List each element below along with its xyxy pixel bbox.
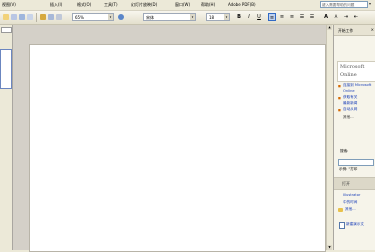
link-get-info[interactable]: 获取有关 [343, 95, 357, 100]
menu-format[interactable]: 格式(O) [77, 2, 91, 8]
table-icon[interactable] [48, 14, 54, 20]
office-online-logo: Microsoft Online [337, 61, 375, 82]
slide-thumbnail[interactable] [0, 49, 12, 89]
slides-thumbnail-pane [0, 25, 13, 250]
font-size-select[interactable]: 18 ▾ [206, 13, 230, 21]
link-latest-news[interactable]: 最新新闻 [343, 101, 357, 106]
menu-slideshow[interactable]: 幻灯片放映(D) [131, 2, 157, 8]
open-section-title: 打开 [342, 181, 350, 186]
search-label: 搜索: [340, 149, 349, 153]
bullets-button[interactable]: ☰ [308, 13, 316, 21]
open-section-header: 打开 [334, 177, 375, 190]
help-circle-icon[interactable] [118, 14, 124, 20]
menu-help[interactable]: 帮助(H) [201, 2, 215, 8]
search-input[interactable] [338, 159, 374, 166]
search-example: 示例: "打印 [339, 167, 358, 171]
align-right-button[interactable]: ≡ [288, 13, 296, 21]
recent-file-1[interactable]: Illustrator [343, 193, 360, 197]
font-name-value: 宋体 [146, 15, 154, 20]
task-pane-title: 开始工作 [338, 28, 354, 33]
underline-button[interactable]: U [255, 13, 263, 21]
menu-insert[interactable]: 插入(I) [50, 2, 62, 8]
help-question-input[interactable]: 键入需要帮助的问题 [320, 1, 368, 8]
bullet-icon: ■ [338, 84, 341, 88]
bullet-icon: ■ [338, 108, 341, 112]
task-pane: 开始工作 × Microsoft Online ■ 连接到 Microsoft … [333, 25, 375, 250]
toolbar-separator [36, 13, 37, 22]
link-online[interactable]: Online [343, 89, 355, 93]
font-name-select[interactable]: 宋体 ▾ [143, 13, 196, 21]
menu-window[interactable]: 窗口(W) [175, 2, 190, 8]
bold-button[interactable]: B [235, 13, 243, 21]
align-center-button[interactable]: ≡ [278, 13, 286, 21]
folder-icon [338, 208, 343, 212]
menu-view[interactable]: 视图(V) [2, 2, 16, 8]
vertical-scrollbar[interactable]: ▲ ▼ [326, 25, 332, 250]
save-icon[interactable] [11, 14, 17, 20]
more-files-link[interactable]: 其他... [345, 207, 356, 212]
zoom-select[interactable]: 65% ▾ [72, 13, 114, 21]
bullet-icon: ■ [338, 96, 341, 100]
slide-canvas[interactable] [29, 44, 326, 252]
help-dropdown-icon[interactable]: ▾ [369, 1, 371, 6]
italic-button[interactable]: I [245, 13, 253, 21]
grid-icon[interactable] [56, 14, 62, 20]
zoom-value: 65% [75, 15, 84, 20]
slides-tab[interactable] [1, 27, 12, 33]
outdent-button[interactable]: ⇤ [352, 13, 360, 21]
font-grow-icon[interactable]: A [322, 13, 330, 21]
recent-file-2[interactable]: 中的时间 [343, 200, 357, 205]
font-shrink-icon[interactable]: A [332, 13, 340, 21]
menu-tools[interactable]: 工具(T) [104, 2, 118, 8]
numbering-button[interactable]: ☰ [298, 13, 306, 21]
brand-line-2: Online [340, 72, 357, 78]
new-document-icon [339, 222, 345, 229]
new-presentation-link[interactable]: 新建演示文 [346, 222, 364, 227]
scroll-up-icon[interactable]: ▲ [327, 25, 332, 30]
toolbar: 65% ▾ 宋体 ▾ 18 ▾ B I U ≡ ≡ ≡ ☰ ☰ A A ⇥ ⇤ [0, 11, 375, 25]
menu-bar: 视图(V) 插入(I) 格式(O) 工具(T) 幻灯片放映(D) 窗口(W) 帮… [0, 0, 375, 11]
task-pane-header: 开始工作 × [334, 25, 375, 36]
align-left-button[interactable]: ≡ [268, 13, 276, 21]
link-connect-online[interactable]: 连接到 Microsoft [343, 83, 371, 88]
redo-icon[interactable] [27, 14, 33, 20]
link-auto-update[interactable]: 自动从网 [343, 107, 357, 112]
chart-icon[interactable] [40, 14, 46, 20]
font-size-value: 18 [209, 15, 215, 20]
close-icon[interactable]: × [371, 27, 374, 32]
menu-adobe-pdf[interactable]: Adobe PDF(B) [228, 2, 256, 7]
chevron-down-icon[interactable]: ▾ [190, 14, 195, 20]
chevron-down-icon[interactable]: ▾ [108, 14, 113, 20]
undo-icon[interactable] [19, 14, 25, 20]
brand-line-1: Microsoft [340, 64, 365, 70]
chevron-down-icon[interactable]: ▾ [224, 14, 229, 20]
scroll-down-icon[interactable]: ▼ [327, 245, 332, 250]
open-folder-icon[interactable] [3, 14, 9, 20]
more-link[interactable]: 其他... [343, 115, 354, 120]
indent-button[interactable]: ⇥ [342, 13, 350, 21]
